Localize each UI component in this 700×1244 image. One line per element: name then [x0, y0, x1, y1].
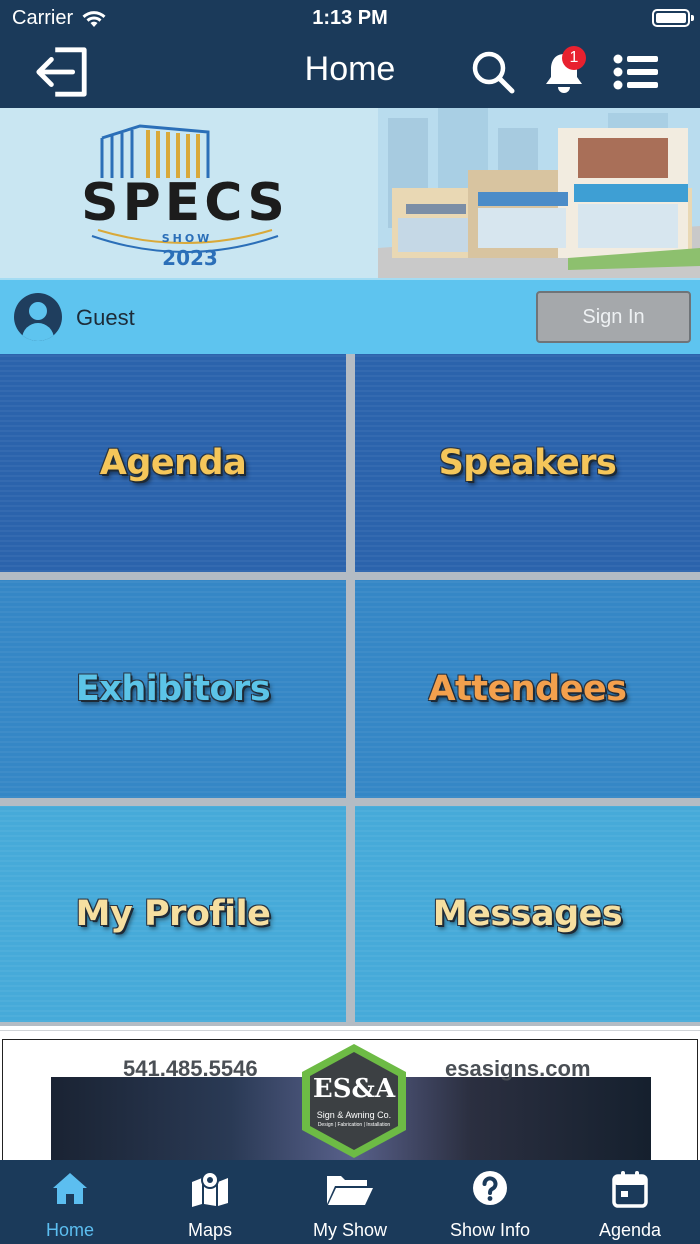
logo-line2: SHOW: [162, 232, 213, 245]
user-bar: Guest Sign In: [0, 278, 700, 354]
tile-label: My Profile: [75, 894, 271, 934]
tile-messages[interactable]: Messages: [355, 806, 700, 1022]
ad-phone: 541.485.5546: [123, 1056, 258, 1081]
avatar-body: [22, 323, 54, 341]
tile-attendees[interactable]: Attendees: [355, 580, 700, 798]
tab-label: Maps: [187, 1220, 232, 1240]
status-time: 1:13 PM: [312, 7, 388, 29]
logout-button[interactable]: [34, 44, 90, 100]
search-button[interactable]: [465, 44, 521, 100]
page-title: Home: [304, 50, 396, 88]
logout-icon: [36, 47, 87, 97]
event-banner: SPECS SHOW 2023: [0, 108, 700, 278]
sponsor-ad[interactable]: 541.485.5546 esasigns.com ES&A Sign & Aw…: [0, 1030, 700, 1161]
tile-my-profile[interactable]: My Profile: [0, 806, 346, 1022]
tab-agenda[interactable]: Agenda: [560, 1160, 700, 1244]
folder-icon: [327, 1176, 373, 1205]
tile-label: Speakers: [438, 443, 617, 483]
notifications-button[interactable]: 1: [536, 44, 592, 100]
tile-label: Messages: [432, 894, 623, 934]
ad-brand-tagline: Design | Fabrication | Installation: [317, 1122, 391, 1128]
tab-show-info[interactable]: Show Info: [420, 1160, 560, 1244]
nav-bar: Home 1: [0, 36, 700, 108]
search-icon: [472, 51, 515, 94]
ad-brand-sub: Sign & Awning Co.: [316, 1110, 392, 1120]
logo-year: 2023: [162, 246, 218, 268]
tab-label: My Show: [312, 1220, 388, 1240]
list-menu-icon: [613, 54, 658, 90]
avatar[interactable]: [14, 293, 62, 341]
status-bar: Carrier 1:13 PM: [0, 0, 700, 36]
battery-icon: [652, 9, 694, 27]
tab-my-show[interactable]: My Show: [280, 1160, 420, 1244]
storefront-illustration: [378, 108, 700, 278]
tab-label: Show Info: [449, 1220, 531, 1240]
tab-label: Home: [45, 1220, 94, 1240]
ad-website: esasigns.com: [445, 1056, 591, 1081]
tile-agenda[interactable]: Agenda: [0, 354, 346, 572]
menu-button[interactable]: [608, 44, 664, 100]
notification-badge: 1: [562, 46, 586, 70]
top-bar: Carrier 1:13 PM Home 1: [0, 0, 700, 108]
calendar-icon: [612, 1171, 648, 1208]
tile-label: Exhibitors: [75, 669, 271, 709]
logo-wordmark: SPECS: [81, 173, 289, 233]
tile-label: Agenda: [99, 443, 247, 483]
tile-speakers[interactable]: Speakers: [355, 354, 700, 572]
tile-label: Attendees: [428, 669, 627, 709]
ad-brand: ES&A: [312, 1074, 396, 1104]
ad-frame: 541.485.5546 esasigns.com ES&A Sign & Aw…: [2, 1039, 698, 1161]
help-circle-icon: [473, 1171, 507, 1205]
tab-bar: Home Maps My Show Show Info Agenda: [0, 1160, 700, 1244]
menu-grid: Agenda Speakers Exhibitors Attendees My …: [0, 354, 700, 1026]
specs-show-logo: SPECS SHOW 2023: [81, 124, 289, 268]
avatar-head: [29, 302, 47, 320]
map-icon: [192, 1171, 228, 1207]
tile-exhibitors[interactable]: Exhibitors: [0, 580, 346, 798]
home-icon: [53, 1173, 87, 1204]
tab-maps[interactable]: Maps: [140, 1160, 280, 1244]
sign-in-button[interactable]: Sign In: [536, 291, 691, 343]
tab-home[interactable]: Home: [0, 1160, 140, 1244]
user-name: Guest: [76, 305, 135, 330]
tab-label: Agenda: [598, 1220, 662, 1240]
